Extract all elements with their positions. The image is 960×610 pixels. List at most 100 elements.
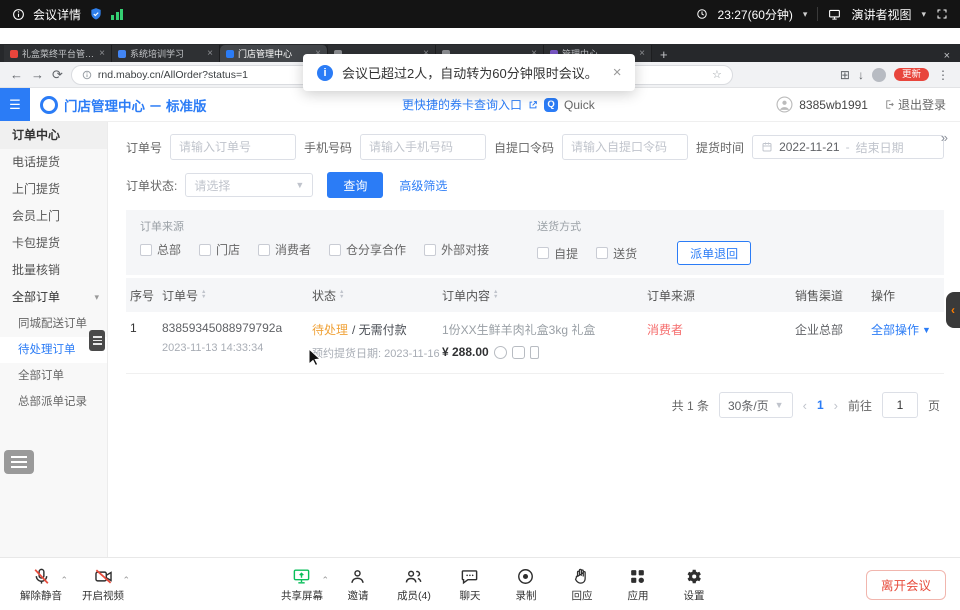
order-no-value[interactable]: 83859345088979792a	[162, 321, 312, 335]
meeting-info-icon[interactable]	[12, 8, 25, 21]
sidebar-mini-toggle[interactable]	[89, 330, 105, 351]
window-close-icon[interactable]: ×	[934, 50, 960, 62]
advanced-filter-link[interactable]: 高级筛选	[399, 177, 447, 194]
extensions-icon[interactable]: ⊞	[840, 68, 850, 82]
checkbox-icon[interactable]	[140, 244, 152, 256]
reaction-button[interactable]: 回应	[555, 567, 609, 603]
sidebar-item-all-orders[interactable]: 全部订单	[0, 363, 107, 389]
username[interactable]: 8385wb1991	[799, 98, 868, 112]
sidebar-item-door-pickup[interactable]: 上门提货	[0, 176, 107, 203]
coupon-query-link[interactable]: 更快捷的券卡查询入口	[402, 96, 522, 113]
toast-close-icon[interactable]: ×	[613, 64, 622, 81]
page-size-select[interactable]: 30条/页 ▼	[719, 392, 793, 418]
back-icon[interactable]: ←	[10, 68, 23, 81]
browser-menu-icon[interactable]: ⋮	[937, 68, 950, 82]
browser-tab[interactable]: 系统培训学习×	[112, 45, 220, 62]
sidebar-item-hq-dispatch-records[interactable]: 总部派单记录	[0, 389, 107, 415]
browser-update-button[interactable]: 更新	[894, 68, 929, 82]
members-button[interactable]: 成员(4)	[387, 567, 441, 603]
chevron-down-icon: ▼	[295, 180, 304, 190]
meeting-details-label[interactable]: 会议详情	[33, 6, 81, 23]
checkbox-external[interactable]: 外部对接	[424, 241, 489, 258]
dispatch-return-button[interactable]: 派单退回	[677, 241, 751, 265]
unmute-button[interactable]: 解除静音 ⌃	[14, 567, 68, 603]
view-dropdown-icon[interactable]: ▾	[921, 9, 926, 20]
forward-icon[interactable]: →	[31, 68, 44, 81]
checkbox-icon[interactable]	[329, 244, 341, 256]
th-order-source: 订单来源	[647, 287, 795, 304]
th-order-content[interactable]: 订单内容▲▼	[442, 287, 647, 304]
sidebar-toggle-button[interactable]: ☰	[0, 88, 30, 121]
shield-check-icon[interactable]	[89, 7, 103, 21]
sort-icon[interactable]: ▲▼	[493, 290, 498, 300]
checkbox-icon[interactable]	[424, 244, 436, 256]
th-order-no[interactable]: 订单号▲▼	[162, 287, 312, 304]
prev-page-button[interactable]: ‹	[803, 398, 807, 413]
tab-close-icon[interactable]: ×	[99, 48, 105, 59]
mic-options-caret[interactable]: ⌃	[60, 575, 68, 586]
share-screen-icon	[292, 567, 311, 586]
goto-page-input[interactable]	[882, 392, 918, 418]
checkbox-store[interactable]: 门店	[199, 241, 240, 258]
members-icon	[404, 567, 423, 586]
sidebar-item-phone-pickup[interactable]: 电话提货	[0, 149, 107, 176]
logout-button[interactable]: 退出登录	[884, 96, 946, 113]
tab-close-icon[interactable]: ×	[639, 48, 645, 59]
checkbox-self-pickup[interactable]: 自提	[537, 245, 578, 262]
checkbox-delivery[interactable]: 送货	[596, 245, 637, 262]
new-tab-button[interactable]: +	[652, 47, 676, 62]
reload-icon[interactable]: ⟳	[52, 68, 63, 81]
bookmark-star-icon[interactable]: ☆	[712, 68, 722, 81]
site-info-icon[interactable]	[82, 70, 92, 80]
sort-icon[interactable]: ▲▼	[201, 290, 206, 300]
date-range-picker[interactable]: 2022-11-21 - 结束日期	[752, 135, 944, 159]
share-screen-button[interactable]: 共享屏幕 ⌃	[275, 567, 329, 603]
tab-close-icon[interactable]: ×	[207, 48, 213, 59]
sidebar-group-all-orders[interactable]: 全部订单 ▾	[0, 284, 107, 311]
checkbox-icon[interactable]	[537, 247, 549, 259]
checkbox-icon[interactable]	[258, 244, 270, 256]
phone-input[interactable]	[361, 140, 485, 154]
order-no-input[interactable]	[171, 140, 295, 154]
user-avatar-icon[interactable]	[776, 96, 793, 113]
download-icon[interactable]: ↓	[858, 68, 864, 82]
video-options-caret[interactable]: ⌃	[122, 575, 130, 586]
chat-button[interactable]: 聊天	[443, 567, 497, 603]
view-mode-label[interactable]: 演讲者视图	[851, 6, 911, 23]
leave-meeting-button[interactable]: 离开会议	[866, 570, 946, 600]
timer-dropdown-icon[interactable]: ▾	[803, 9, 808, 20]
checkbox-consumer[interactable]: 消费者	[258, 241, 311, 258]
order-status-select[interactable]: 请选择 ▼	[185, 173, 313, 197]
next-page-button[interactable]: ›	[834, 398, 838, 413]
collapse-panel-icon[interactable]: »	[941, 130, 948, 145]
unmute-label: 解除静音	[20, 588, 62, 603]
browser-profile-avatar[interactable]	[872, 68, 886, 82]
meeting-panel-handle[interactable]: ‹	[946, 292, 960, 328]
browser-tab[interactable]: 礼盒菜终平台管理中心×	[4, 45, 112, 62]
sidebar-item-member-visit[interactable]: 会员上门	[0, 203, 107, 230]
invite-button[interactable]: 邀请	[331, 567, 385, 603]
settings-button[interactable]: 设置	[667, 567, 721, 603]
pickup-code-input[interactable]	[563, 140, 687, 154]
share-options-caret[interactable]: ⌃	[321, 575, 329, 586]
record-button[interactable]: 录制	[499, 567, 553, 603]
sidebar-item-batch-verify[interactable]: 批量核销	[0, 257, 107, 284]
checkbox-warehouse-share[interactable]: 仓分享合作	[329, 241, 406, 258]
cell-index: 1	[126, 321, 162, 335]
checkbox-hq[interactable]: 总部	[140, 241, 181, 258]
calendar-icon	[761, 141, 773, 153]
apps-button[interactable]: 应用	[611, 567, 665, 603]
search-button[interactable]: 查询	[327, 172, 383, 198]
current-page[interactable]: 1	[817, 398, 824, 412]
sort-icon[interactable]: ▲▼	[339, 290, 344, 300]
timer-icon	[696, 8, 708, 20]
th-status[interactable]: 状态▲▼	[312, 287, 442, 304]
row-actions-dropdown[interactable]: 全部操作 ▼	[871, 321, 944, 338]
sidebar-item-card-pickup[interactable]: 卡包提货	[0, 230, 107, 257]
checkbox-icon[interactable]	[199, 244, 211, 256]
fullscreen-icon[interactable]	[936, 8, 948, 20]
start-video-button[interactable]: 开启视频 ⌃	[76, 567, 130, 603]
order-created-time: 2023-11-13 14:33:34	[162, 342, 312, 354]
checkbox-icon[interactable]	[596, 247, 608, 259]
floating-list-button[interactable]	[4, 450, 34, 474]
